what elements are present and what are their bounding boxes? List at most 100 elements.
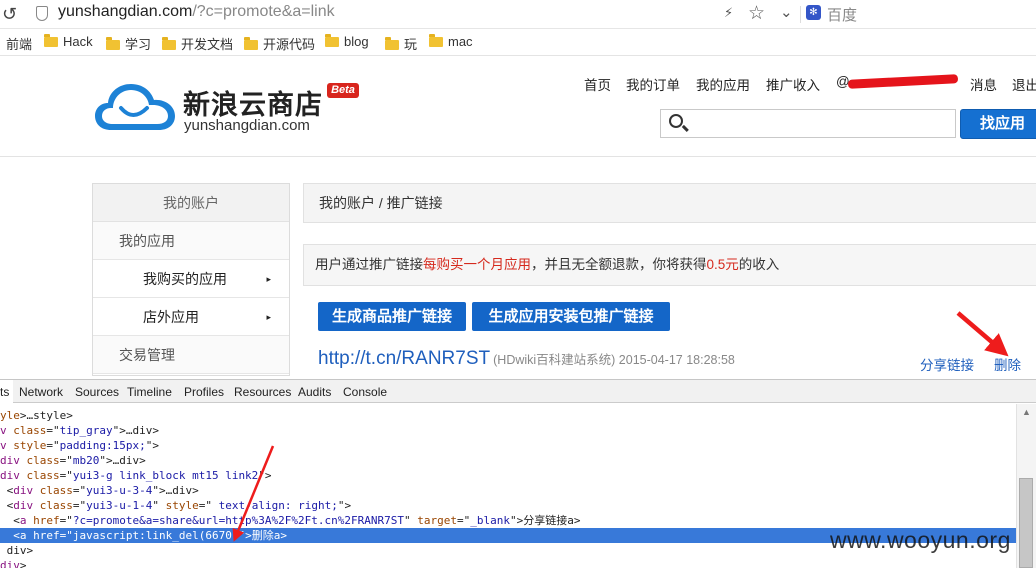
nav-my-orders[interactable]: 我的订单 xyxy=(626,74,680,94)
delete-link[interactable]: 删除 xyxy=(994,354,1021,374)
back-arrow-icon[interactable]: ↺ xyxy=(2,4,20,24)
folder-icon xyxy=(44,34,58,47)
find-app-button[interactable]: 找应用 xyxy=(960,109,1036,139)
promotion-link-row: http://t.cn/RANR7ST (HDwiki百科建站系统) 2015-0… xyxy=(318,348,735,370)
dom-node-line[interactable]: yle>…style> xyxy=(0,408,73,423)
share-link[interactable]: 分享链接 xyxy=(920,354,974,374)
bookmark-label: 开源代码 xyxy=(263,37,316,52)
folder-icon xyxy=(244,37,258,50)
bookmark-folder[interactable]: blog xyxy=(325,34,369,49)
scrollbar[interactable]: ▲ xyxy=(1016,404,1036,568)
sidebar-item-label: 我的应用 xyxy=(119,233,175,249)
search-icon xyxy=(669,114,683,128)
bookmark-label: Hack xyxy=(63,34,93,49)
tip-highlight: 每购买一个月应用 xyxy=(423,257,531,272)
dom-node-line[interactable]: v class="tip_gray">…div> xyxy=(0,423,159,438)
dom-node-line[interactable]: v style="padding:15px;"> xyxy=(0,438,159,453)
cloud-logo-icon[interactable] xyxy=(93,78,177,134)
url-query: /?c=promote&a=link xyxy=(192,3,335,20)
sidebar-item-label: 我购买的应用 xyxy=(143,271,227,287)
bookmark-label: 前端 xyxy=(6,37,33,52)
redacted-username-mark xyxy=(847,74,959,89)
tab-elements[interactable]: ts xyxy=(0,380,14,403)
tab-profiles[interactable]: Profiles xyxy=(184,385,224,399)
folder-icon xyxy=(385,37,399,50)
folder-icon xyxy=(106,37,120,50)
tab-sources[interactable]: Sources xyxy=(75,385,119,399)
divider xyxy=(800,6,801,23)
baidu-paw-icon[interactable]: ✻ xyxy=(806,5,821,20)
bookmark-folder[interactable]: Hack xyxy=(44,34,93,49)
bookmark-star-icon[interactable]: ☆ xyxy=(748,2,765,25)
bookmark-label: 开发文档 xyxy=(181,37,234,52)
tip-text: 用户通过推广链接 xyxy=(315,257,423,272)
app-search-input[interactable] xyxy=(693,113,948,134)
shield-icon[interactable] xyxy=(36,6,48,21)
bookmark-folder[interactable]: 开源代码 xyxy=(244,34,315,53)
dom-node-line[interactable]: div> xyxy=(0,558,27,568)
sidebar-item-transactions[interactable]: 交易管理 xyxy=(93,336,289,374)
url-field[interactable]: yunshangdian.com/?c=promote&a=link xyxy=(58,3,335,21)
folder-icon xyxy=(325,34,339,47)
bookmarks-bar: 前端 Hack 学习 开发文档 开源代码 blog 玩 mac xyxy=(0,29,1036,56)
bookmark-folder[interactable]: mac xyxy=(429,34,473,49)
tab-network[interactable]: Network xyxy=(19,385,63,399)
bookmark-folder[interactable]: 学习 xyxy=(106,34,151,53)
bookmark-folder[interactable]: 开发文档 xyxy=(162,34,233,53)
tip-text: 的收入 xyxy=(738,257,780,272)
bookmark-label: 学习 xyxy=(125,37,152,52)
breadcrumb: 我的账户 / 推广链接 xyxy=(303,183,1036,223)
logo-domain-text[interactable]: yunshangdian.com xyxy=(184,117,310,134)
dom-node-line[interactable]: div class="yui3-g link_block mt15 link2"… xyxy=(0,468,272,483)
dom-node-line[interactable]: div class="mb20">…div> xyxy=(0,453,146,468)
tip-reward: 0.5元 xyxy=(706,257,739,272)
site-header: 新浪云商店 Beta yunshangdian.com 首页 我的订单 我的应用… xyxy=(0,57,1036,157)
search-engine-label[interactable]: 百度 xyxy=(827,4,857,25)
beta-badge: Beta xyxy=(327,83,359,98)
tab-resources[interactable]: Resources xyxy=(234,385,291,399)
nav-promo-income[interactable]: 推广收入 xyxy=(766,74,820,94)
dom-node-line[interactable]: div> xyxy=(0,543,34,558)
bookmark-label: mac xyxy=(448,34,473,49)
lightning-icon[interactable]: ⚡ xyxy=(724,5,733,21)
account-sidebar: 我的账户 我的应用 我购买的应用 ▸ 店外应用 ▸ 交易管理 xyxy=(92,183,290,376)
caret-right-icon: ▸ xyxy=(266,274,271,284)
generate-product-link-button[interactable]: 生成商品推广链接 xyxy=(318,302,466,331)
tab-audits[interactable]: Audits xyxy=(298,385,331,399)
generate-package-link-button[interactable]: 生成应用安装包推广链接 xyxy=(472,302,670,331)
caret-right-icon: ▸ xyxy=(266,312,271,322)
address-bar: ↺ yunshangdian.com/?c=promote&a=link ⚡ ☆… xyxy=(0,0,1036,29)
short-url-link[interactable]: http://t.cn/RANR7ST xyxy=(318,348,490,369)
tip-text: ，并且无全额退款，你将获得 xyxy=(531,257,707,272)
url-domain: yunshangdian.com xyxy=(58,3,193,20)
scrollbar-thumb[interactable] xyxy=(1019,478,1033,568)
watermark: www.wooyun.org xyxy=(830,527,1011,553)
link-meta: (HDwiki百科建站系统) 2015-04-17 18:28:58 xyxy=(493,353,735,367)
app-search-box[interactable] xyxy=(660,109,956,138)
nav-home[interactable]: 首页 xyxy=(584,74,611,94)
chevron-down-icon[interactable]: ⌄ xyxy=(780,3,793,21)
devtools-tabbar: ts Network Sources Timeline Profiles Res… xyxy=(0,379,1036,403)
nav-messages[interactable]: 消息 xyxy=(970,74,997,94)
nav-logout[interactable]: 退出 xyxy=(1012,74,1036,94)
sidebar-item-label: 店外应用 xyxy=(143,309,199,325)
bookmark-item[interactable]: 前端 xyxy=(6,34,32,53)
dom-node-line[interactable]: <div class="yui3-u-1-4" style=" text-ali… xyxy=(0,498,351,513)
nav-my-apps[interactable]: 我的应用 xyxy=(696,74,750,94)
sidebar-title[interactable]: 我的账户 xyxy=(93,184,289,222)
folder-icon xyxy=(429,34,443,47)
sidebar-item-label: 交易管理 xyxy=(119,347,175,363)
scroll-up-arrow-icon[interactable]: ▲ xyxy=(1022,407,1031,417)
bookmark-folder[interactable]: 玩 xyxy=(385,34,417,53)
folder-icon xyxy=(162,37,176,50)
sidebar-item-purchased-apps[interactable]: 我购买的应用 ▸ xyxy=(93,260,289,298)
sidebar-item-external-apps[interactable]: 店外应用 ▸ xyxy=(93,298,289,336)
bookmark-label: 玩 xyxy=(404,37,418,52)
dom-node-line[interactable]: <a href="?c=promote&a=share&url=http%3A%… xyxy=(0,513,580,528)
tab-console[interactable]: Console xyxy=(343,385,387,399)
bookmark-label: blog xyxy=(344,34,369,49)
sidebar-item-my-apps[interactable]: 我的应用 xyxy=(93,222,289,260)
dom-node-line[interactable]: <div class="yui3-u-3-4">…div> xyxy=(0,483,199,498)
tab-timeline[interactable]: Timeline xyxy=(127,385,172,399)
red-arrow-to-delete-link xyxy=(956,311,1009,357)
